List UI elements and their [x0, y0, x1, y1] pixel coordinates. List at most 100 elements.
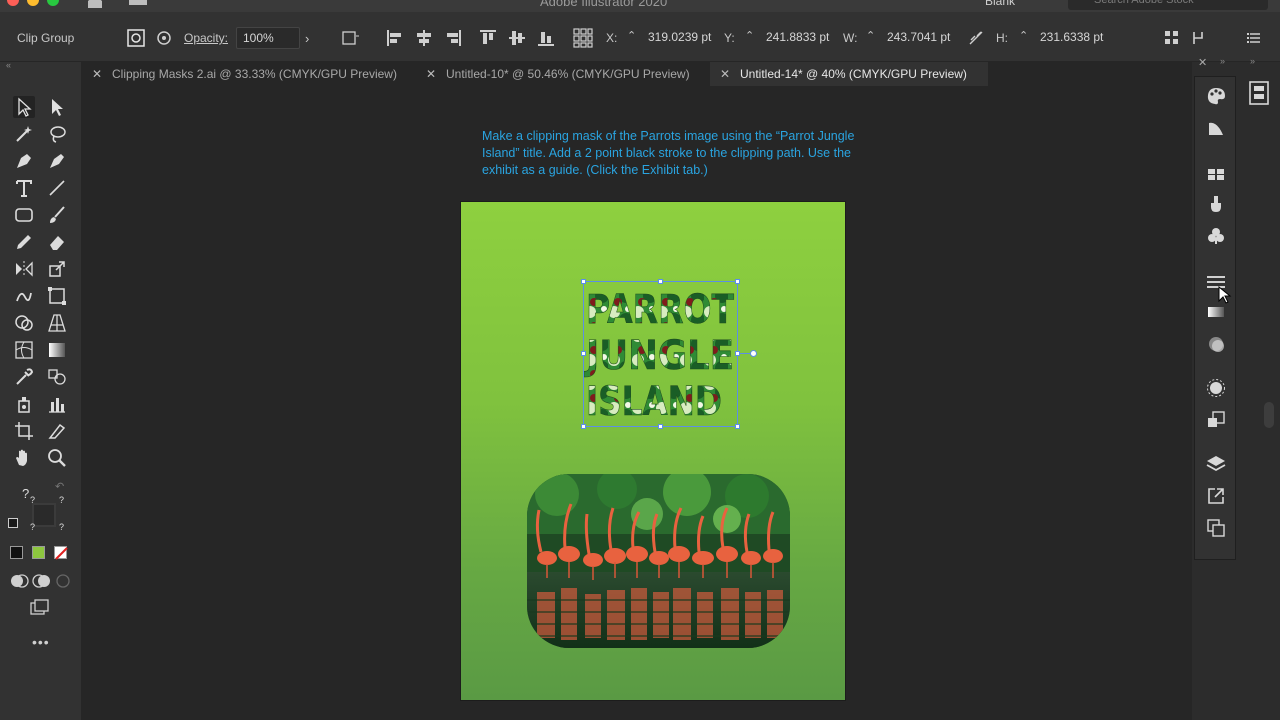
resize-handle[interactable]	[581, 279, 586, 284]
h-field[interactable]: 231.6338 pt	[1034, 27, 1114, 49]
line-segment-tool-icon[interactable]	[46, 177, 68, 199]
export-panel-icon[interactable]	[1205, 485, 1227, 507]
align-left-icon[interactable]	[385, 28, 405, 48]
selection-tool-icon[interactable]	[13, 96, 35, 118]
swap-fill-stroke-icon[interactable]: ↶	[55, 480, 64, 493]
slice-tool-icon[interactable]	[46, 420, 68, 442]
pencil-tool-icon[interactable]	[13, 231, 35, 253]
arrange-documents-icon[interactable]	[128, 0, 148, 6]
symbols-panel-icon[interactable]	[1205, 225, 1227, 247]
workspace-switcher[interactable]: Blank	[985, 0, 1015, 8]
magic-wand-tool-icon[interactable]	[13, 123, 35, 145]
stock-search-input[interactable]: Search Adobe Stock	[1068, 0, 1268, 10]
home-icon[interactable]	[86, 0, 104, 8]
minimize-window-button[interactable]	[27, 0, 39, 6]
resize-handle[interactable]	[735, 279, 740, 284]
column-graph-tool-icon[interactable]	[46, 393, 68, 415]
x-stepper-icon[interactable]: ⌃	[627, 29, 636, 42]
shape-builder-tool-icon[interactable]	[13, 312, 35, 334]
w-stepper-icon[interactable]: ⌃	[866, 29, 875, 42]
mesh-tool-icon[interactable]	[13, 339, 35, 361]
brushes-panel-icon[interactable]	[1205, 193, 1227, 215]
symbol-sprayer-tool-icon[interactable]	[13, 393, 35, 415]
rotate-handle[interactable]	[750, 350, 757, 357]
type-tool-icon[interactable]	[13, 177, 35, 199]
transform-reference-icon[interactable]	[573, 28, 593, 48]
artboard-tool-icon[interactable]	[13, 420, 35, 442]
eyedropper-tool-icon[interactable]	[13, 366, 35, 388]
tab-untitled-14[interactable]: ✕ Untitled-14* @ 40% (CMYK/GPU Preview)	[710, 62, 988, 86]
vertical-scrollbar[interactable]	[1264, 402, 1274, 428]
perspective-grid-tool-icon[interactable]	[46, 312, 68, 334]
paintbrush-tool-icon[interactable]	[46, 204, 68, 226]
h-stepper-icon[interactable]: ⌃	[1019, 29, 1028, 42]
close-window-button[interactable]	[7, 0, 19, 6]
none-mode-swatch[interactable]	[54, 546, 68, 560]
color-mode-swatch[interactable]	[10, 546, 23, 559]
draw-inside-icon[interactable]	[52, 570, 70, 588]
y-field[interactable]: 241.8833 pt	[760, 27, 840, 49]
gradient-mode-swatch[interactable]	[32, 546, 45, 559]
direct-selection-tool-icon[interactable]	[46, 96, 68, 118]
x-field[interactable]: 319.0239 pt	[642, 27, 722, 49]
y-stepper-icon[interactable]: ⌃	[745, 29, 754, 42]
swatches-panel-icon[interactable]	[1205, 163, 1227, 185]
color-guide-icon[interactable]	[1205, 117, 1227, 139]
pen-tool-icon[interactable]	[13, 150, 35, 172]
align-center-icon[interactable]	[414, 28, 434, 48]
color-panel-icon[interactable]	[1205, 85, 1227, 107]
resize-handle[interactable]	[658, 424, 663, 429]
opacity-field[interactable]: 100%	[236, 27, 300, 49]
recolor-artwork-icon[interactable]	[340, 28, 360, 48]
collapse-panel-icon[interactable]: «	[6, 60, 11, 70]
lasso-tool-icon[interactable]	[46, 123, 68, 145]
expand-dock-icon-2[interactable]: »	[1250, 56, 1255, 66]
parrot-jungle-island-clip-group[interactable]: PARROT JUNGLE ISLAND	[584, 282, 738, 426]
expand-dock-icon[interactable]: »	[1220, 56, 1225, 66]
stroke-swatch[interactable]	[32, 503, 56, 527]
scale-tool-icon[interactable]	[46, 258, 68, 280]
edit-clipping-path-icon[interactable]	[126, 28, 146, 48]
zoom-window-button[interactable]	[47, 0, 59, 6]
control-bar-menu-icon[interactable]	[1244, 28, 1264, 48]
draw-behind-icon[interactable]	[30, 570, 50, 588]
align-top-icon[interactable]	[478, 28, 498, 48]
arrange-icon[interactable]	[1162, 28, 1182, 48]
zoom-tool-icon[interactable]	[46, 447, 68, 469]
edit-toolbar-button[interactable]: •••	[32, 634, 50, 650]
align-right-icon[interactable]	[443, 28, 463, 48]
w-field[interactable]: 243.7041 pt	[881, 27, 961, 49]
libraries-panel-icon[interactable]	[1242, 76, 1276, 110]
align-middle-icon[interactable]	[507, 28, 527, 48]
appearance-panel-icon[interactable]	[1205, 377, 1227, 399]
isolate-icon[interactable]	[1190, 28, 1210, 48]
eraser-tool-icon[interactable]	[46, 231, 68, 253]
close-tab-icon[interactable]: ✕	[92, 67, 106, 81]
reflect-tool-icon[interactable]	[13, 258, 35, 280]
gradient-panel-icon[interactable]	[1205, 301, 1227, 323]
screen-mode-icon[interactable]	[28, 597, 50, 619]
transparency-panel-icon[interactable]	[1205, 333, 1227, 355]
edit-contents-icon[interactable]	[154, 28, 174, 48]
free-transform-tool-icon[interactable]	[46, 285, 68, 307]
opacity-arrow-icon[interactable]: ›	[305, 31, 309, 46]
blend-tool-icon[interactable]	[46, 366, 68, 388]
resize-handle[interactable]	[581, 424, 586, 429]
draw-normal-icon[interactable]	[8, 570, 29, 588]
gradient-tool-icon[interactable]	[46, 339, 68, 361]
default-colors-icon[interactable]	[8, 518, 18, 528]
rectangle-tool-icon[interactable]	[13, 204, 35, 226]
artboards-panel-icon[interactable]	[1205, 517, 1227, 539]
resize-handle[interactable]	[581, 351, 586, 356]
flamingo-image[interactable]	[527, 474, 790, 648]
warp-tool-icon[interactable]	[13, 285, 35, 307]
close-tab-icon[interactable]: ✕	[720, 67, 734, 81]
curvature-tool-icon[interactable]	[46, 150, 68, 172]
resize-handle[interactable]	[735, 424, 740, 429]
constrain-proportions-icon[interactable]	[966, 28, 986, 48]
opacity-label[interactable]: Opacity:	[184, 31, 228, 45]
tab-untitled-10[interactable]: ✕ Untitled-10* @ 50.46% (CMYK/GPU Preview…	[416, 62, 708, 86]
hand-tool-icon[interactable]	[13, 447, 35, 469]
close-tab-icon[interactable]: ✕	[426, 67, 440, 81]
layers-panel-icon[interactable]	[1205, 453, 1227, 475]
